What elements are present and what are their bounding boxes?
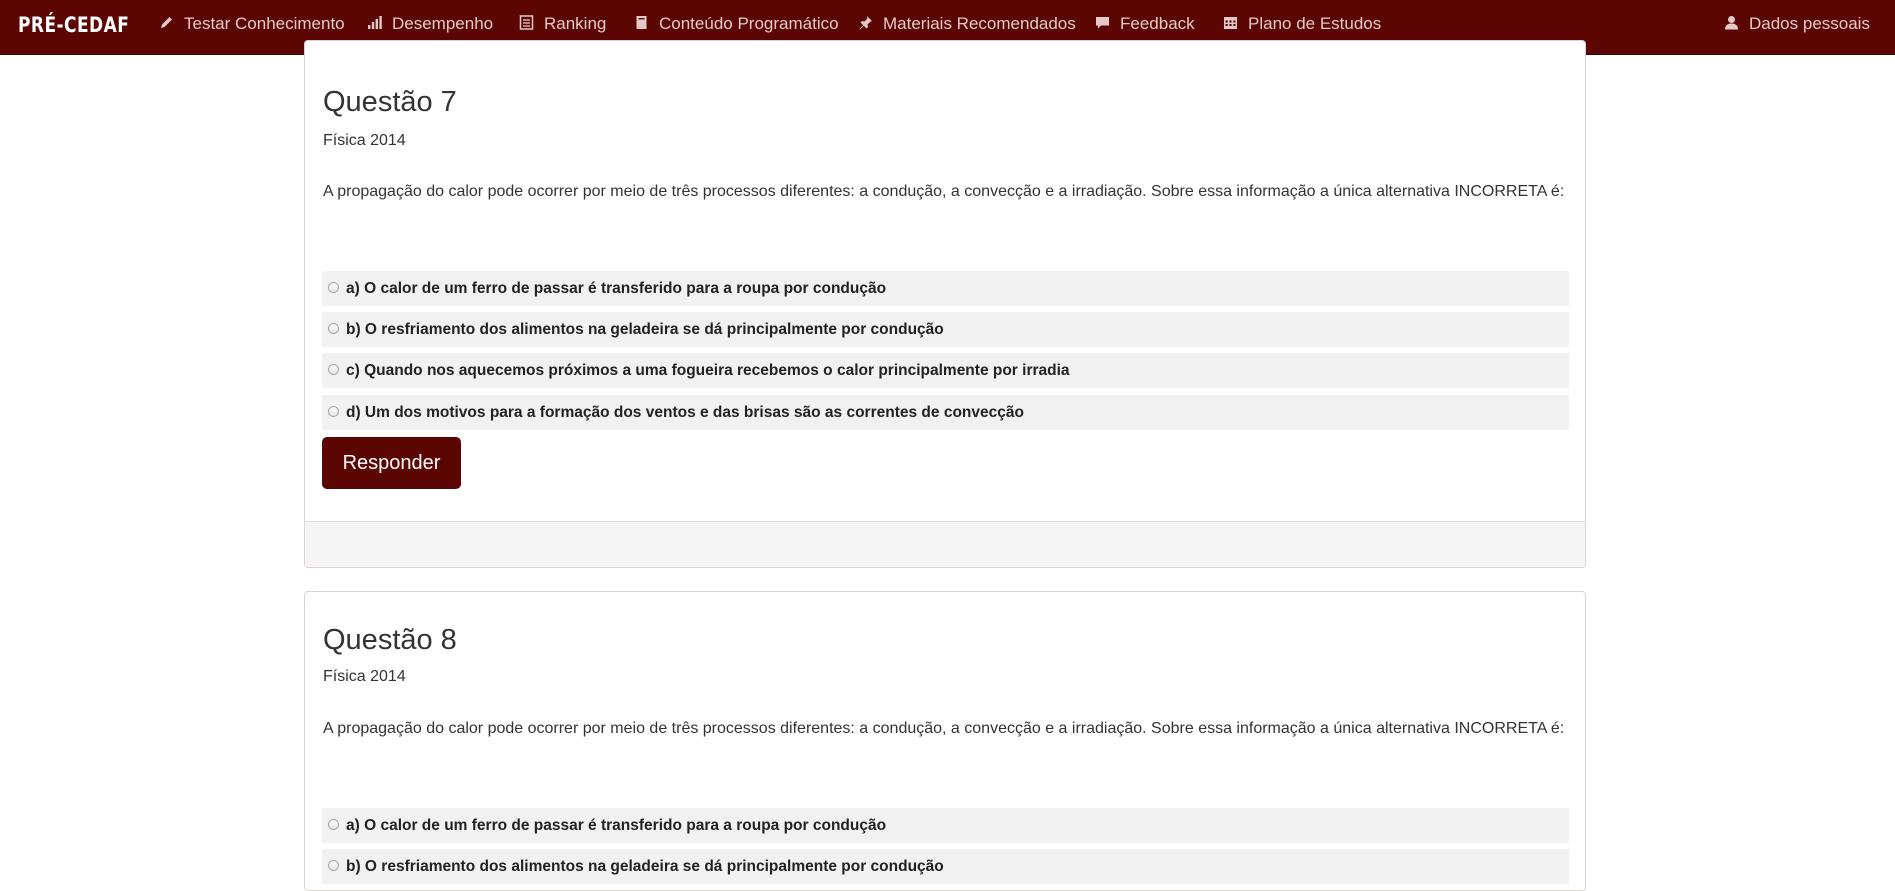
nav-label: Desempenho xyxy=(392,14,494,33)
question-panel: Questão 8 Física 2014 A propagação do ca… xyxy=(304,591,1586,891)
pushpin-icon xyxy=(858,15,873,30)
radio-button[interactable] xyxy=(328,860,339,871)
calendar-icon xyxy=(1223,15,1238,30)
radio-button[interactable] xyxy=(328,282,339,293)
panel-footer xyxy=(305,521,1585,567)
option-label: a) O calor de um ferro de passar é trans… xyxy=(346,280,887,297)
nav-dados-pessoais[interactable]: Dados pessoais xyxy=(1724,0,1870,48)
pencil-icon xyxy=(159,15,174,30)
user-icon xyxy=(1724,15,1739,30)
answer-option-b[interactable]: b) O resfriamento dos alimentos na gelad… xyxy=(322,312,1569,347)
list-document-icon xyxy=(519,15,534,30)
nav-label: Materiais Recomendados xyxy=(883,14,1076,33)
option-label: c) Quando nos aquecemos próximos a uma f… xyxy=(346,362,1070,379)
nav-label: Feedback xyxy=(1120,14,1195,33)
question-text: A propagação do calor pode ocorrer por m… xyxy=(323,720,1565,737)
answer-option-b[interactable]: b) O resfriamento dos alimentos na gelad… xyxy=(322,849,1569,884)
brand-logo[interactable]: PRÉ-CEDAF xyxy=(18,13,129,37)
nav-label: Conteúdo Programático xyxy=(659,14,839,33)
question-title: Questão 8 xyxy=(323,624,457,656)
radio-button[interactable] xyxy=(328,819,339,830)
radio-button[interactable] xyxy=(328,406,339,417)
radio-button[interactable] xyxy=(328,323,339,334)
answer-option-d[interactable]: d) Um dos motivos para a formação dos ve… xyxy=(322,395,1569,430)
nav-label: Testar Conhecimento xyxy=(184,14,345,33)
nav-label: Plano de Estudos xyxy=(1248,14,1382,33)
option-label: b) O resfriamento dos alimentos na gelad… xyxy=(346,321,944,338)
nav-label: Dados pessoais xyxy=(1749,14,1870,33)
option-label: d) Um dos motivos para a formação dos ve… xyxy=(346,404,1024,421)
answer-option-a[interactable]: a) O calor de um ferro de passar é trans… xyxy=(322,271,1569,306)
option-label: b) O resfriamento dos alimentos na gelad… xyxy=(346,858,944,875)
option-label: a) O calor de um ferro de passar é trans… xyxy=(346,817,887,834)
radio-button[interactable] xyxy=(328,364,339,375)
signal-bars-icon xyxy=(367,15,382,30)
answer-option-c[interactable]: c) Quando nos aquecemos próximos a uma f… xyxy=(322,353,1569,388)
question-text: A propagação do calor pode ocorrer por m… xyxy=(323,183,1565,200)
question-title: Questão 7 xyxy=(323,86,457,118)
question-subject: Física 2014 xyxy=(323,668,406,685)
responder-button[interactable]: Responder xyxy=(322,437,461,489)
book-icon xyxy=(634,15,649,30)
comment-icon xyxy=(1095,15,1110,30)
question-subject: Física 2014 xyxy=(323,132,406,149)
nav-label: Ranking xyxy=(544,14,607,33)
question-panel: Questão 7 Física 2014 A propagação do ca… xyxy=(304,40,1586,568)
answer-option-a[interactable]: a) O calor de um ferro de passar é trans… xyxy=(322,808,1569,843)
